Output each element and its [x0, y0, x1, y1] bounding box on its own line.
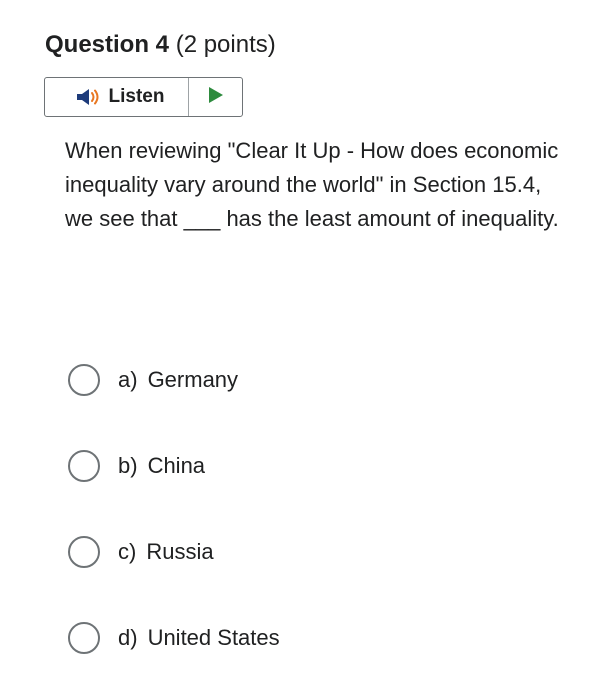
option-letter: b) [118, 453, 138, 478]
option-letter: c) [118, 539, 137, 564]
question-title: Question 4 [45, 31, 170, 58]
radio-button[interactable] [68, 536, 100, 568]
option-c[interactable]: c) Russia [68, 532, 214, 572]
option-text: Russia [146, 539, 214, 564]
speaker-icon [75, 87, 101, 107]
play-icon [208, 86, 224, 109]
option-letter: a) [118, 367, 138, 392]
listen-button[interactable]: Listen [45, 78, 189, 116]
option-text: Germany [147, 367, 239, 392]
option-text: United States [147, 625, 280, 650]
radio-button[interactable] [68, 622, 100, 654]
play-button[interactable] [189, 78, 242, 116]
radio-button[interactable] [68, 364, 100, 396]
option-text: China [147, 453, 206, 478]
listen-toolbar: Listen [44, 77, 243, 117]
listen-label: Listen [108, 86, 165, 107]
option-a[interactable]: a) Germany [68, 360, 238, 400]
radio-button[interactable] [68, 450, 100, 482]
question-header: Question 4 (2 points) [45, 28, 276, 62]
question-points: (2 points) [175, 31, 276, 58]
option-letter: d) [118, 625, 138, 650]
question-text: When reviewing "Clear It Up - How does e… [65, 138, 559, 231]
option-d[interactable]: d) United States [68, 618, 280, 658]
option-b[interactable]: b) China [68, 446, 205, 486]
